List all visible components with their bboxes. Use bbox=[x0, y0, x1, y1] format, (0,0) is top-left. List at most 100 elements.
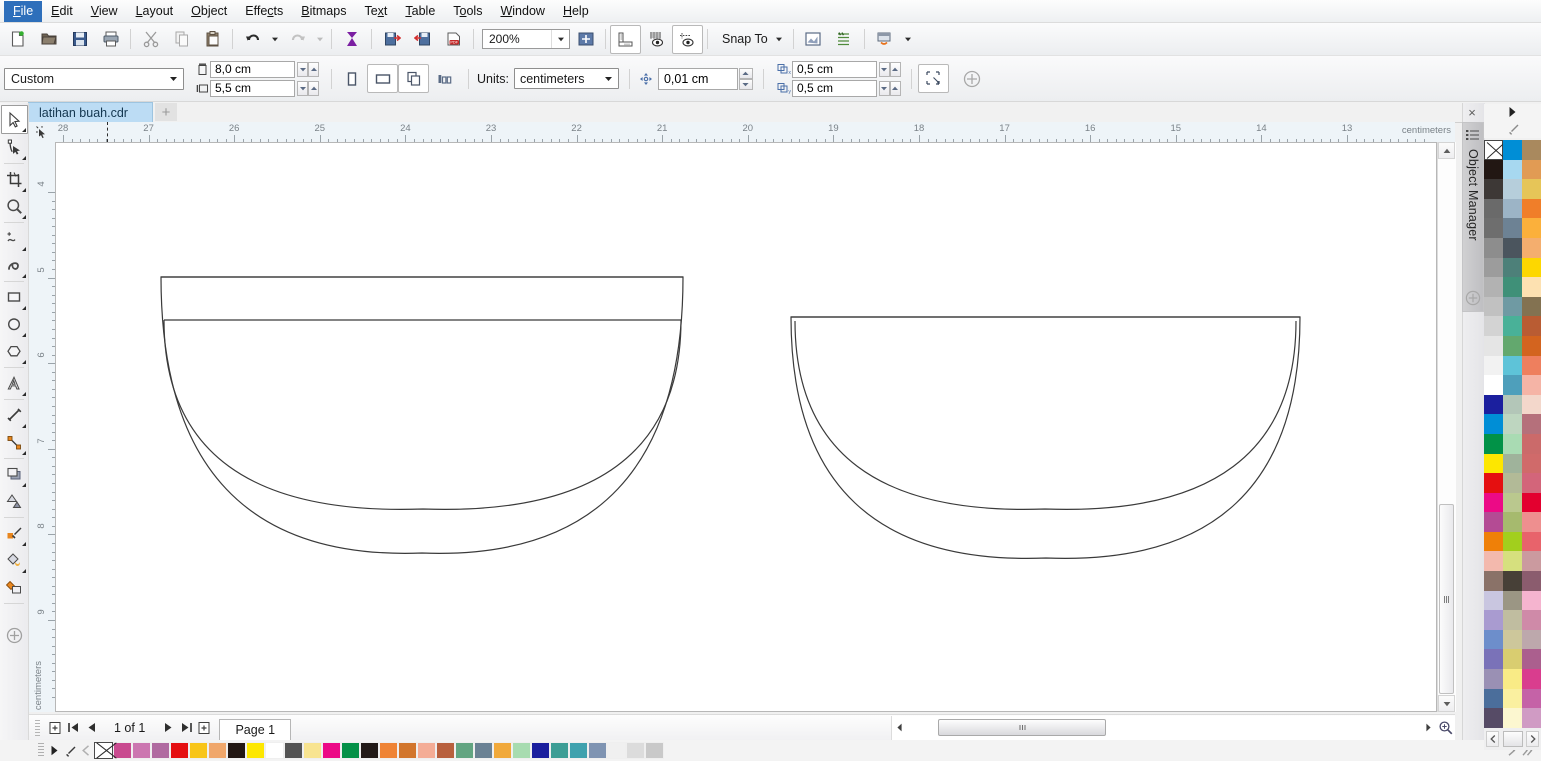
last-page-button[interactable] bbox=[177, 718, 195, 738]
page-width-spinner[interactable] bbox=[297, 61, 319, 77]
color-swatch[interactable] bbox=[1522, 237, 1541, 258]
flyout-arrow-icon[interactable] bbox=[21, 542, 26, 546]
menu-effects[interactable]: Effects bbox=[236, 1, 292, 22]
color-swatch[interactable] bbox=[1484, 257, 1503, 278]
menu-help[interactable]: Help bbox=[554, 1, 598, 22]
chevron-down-icon[interactable] bbox=[775, 32, 783, 46]
color-swatch[interactable] bbox=[474, 742, 493, 759]
color-swatch[interactable] bbox=[1484, 512, 1503, 532]
color-swatch[interactable] bbox=[1484, 218, 1503, 238]
color-swatch[interactable] bbox=[417, 742, 436, 759]
color-swatch[interactable] bbox=[1503, 512, 1522, 532]
docker-add-icon[interactable] bbox=[1463, 288, 1483, 308]
flyout-arrow-icon[interactable] bbox=[21, 392, 26, 396]
redo-icon[interactable] bbox=[282, 25, 313, 54]
spinner-down-icon[interactable] bbox=[738, 78, 753, 90]
color-swatch[interactable] bbox=[1522, 492, 1541, 513]
snap-to-button[interactable]: Snap To bbox=[716, 28, 789, 50]
color-swatch[interactable] bbox=[1522, 531, 1541, 552]
color-swatch[interactable] bbox=[227, 742, 246, 759]
color-swatch[interactable] bbox=[1503, 159, 1522, 180]
color-swatch[interactable] bbox=[531, 742, 550, 759]
color-swatch[interactable] bbox=[1522, 355, 1541, 376]
color-swatch[interactable] bbox=[1522, 414, 1541, 434]
color-swatch[interactable] bbox=[322, 742, 341, 759]
color-swatch[interactable] bbox=[1503, 355, 1522, 376]
color-swatch[interactable] bbox=[1503, 414, 1522, 434]
tool-text-tool[interactable] bbox=[2, 370, 27, 397]
chevron-down-icon[interactable] bbox=[599, 74, 618, 83]
flyout-arrow-icon[interactable] bbox=[21, 247, 26, 251]
cut-icon[interactable] bbox=[135, 25, 166, 54]
tool-smart-fill-tool[interactable] bbox=[2, 574, 27, 601]
color-swatch[interactable] bbox=[1503, 688, 1522, 709]
menu-window[interactable]: Window bbox=[491, 1, 553, 22]
portrait-orientation-button[interactable] bbox=[336, 64, 367, 93]
color-swatch[interactable] bbox=[1522, 453, 1541, 474]
color-swatch[interactable] bbox=[265, 742, 284, 759]
color-swatch[interactable] bbox=[398, 742, 417, 759]
flyout-arrow-icon[interactable] bbox=[21, 156, 26, 160]
color-swatch[interactable] bbox=[341, 742, 360, 759]
export-icon[interactable] bbox=[407, 25, 438, 54]
menu-view[interactable]: View bbox=[82, 1, 127, 22]
color-swatch[interactable] bbox=[1522, 571, 1541, 591]
color-swatch[interactable] bbox=[1503, 610, 1522, 630]
add-page-after-icon[interactable] bbox=[195, 718, 213, 738]
scroll-right-button[interactable] bbox=[1421, 719, 1435, 736]
color-swatch[interactable] bbox=[170, 742, 189, 759]
undo-dropdown-icon[interactable] bbox=[268, 25, 282, 54]
show-rulers-icon[interactable] bbox=[610, 24, 641, 54]
menu-text[interactable]: Text bbox=[355, 1, 396, 22]
flyout-arrow-icon[interactable] bbox=[21, 424, 26, 428]
color-swatch[interactable] bbox=[1484, 159, 1503, 180]
color-swatch[interactable] bbox=[588, 742, 607, 759]
tool-crop-tool[interactable] bbox=[2, 166, 27, 193]
color-swatch[interactable] bbox=[1503, 394, 1522, 415]
palette-scroll-left-icon[interactable] bbox=[78, 742, 94, 759]
tool-quick-customize[interactable] bbox=[2, 622, 27, 649]
flyout-arrow-icon[interactable] bbox=[21, 483, 26, 487]
color-swatch[interactable] bbox=[1503, 531, 1522, 552]
current-page-button[interactable] bbox=[429, 64, 460, 93]
tool-pick-tool[interactable] bbox=[0, 105, 28, 134]
color-swatch[interactable] bbox=[1484, 414, 1503, 434]
flyout-arrow-icon[interactable] bbox=[21, 333, 26, 337]
tool-rectangle-tool[interactable] bbox=[2, 284, 27, 311]
page-height-spinner[interactable] bbox=[297, 80, 319, 96]
color-swatch[interactable] bbox=[1484, 335, 1503, 356]
color-swatch[interactable] bbox=[1522, 688, 1541, 709]
zoom-level-combo[interactable]: 200% bbox=[482, 29, 570, 49]
menu-layout[interactable]: Layout bbox=[127, 1, 183, 22]
paste-icon[interactable] bbox=[197, 25, 228, 54]
color-swatch[interactable] bbox=[1522, 649, 1541, 670]
tool-color-eyedropper-tool[interactable] bbox=[2, 520, 27, 547]
right-palette-eyedropper-icon[interactable] bbox=[1506, 122, 1520, 139]
palette-expand-icon[interactable] bbox=[46, 742, 62, 759]
duplicate-y-spinner[interactable] bbox=[878, 80, 901, 96]
right-palette-scroll-left[interactable] bbox=[1486, 731, 1499, 747]
pagebar-grip[interactable] bbox=[35, 719, 40, 736]
color-swatch[interactable] bbox=[1522, 159, 1541, 180]
color-swatch[interactable] bbox=[1503, 590, 1522, 611]
color-swatch[interactable] bbox=[1503, 179, 1522, 199]
color-swatch[interactable] bbox=[1484, 453, 1503, 474]
page-preset-combo[interactable]: Custom bbox=[4, 67, 184, 90]
spinner-up-icon[interactable] bbox=[889, 80, 901, 96]
color-swatch[interactable] bbox=[1503, 708, 1522, 728]
color-swatch[interactable] bbox=[1522, 590, 1541, 611]
tool-polygon-tool[interactable] bbox=[2, 338, 27, 365]
spinner-up-icon[interactable] bbox=[308, 80, 319, 96]
menu-object[interactable]: Object bbox=[182, 1, 236, 22]
color-swatch[interactable] bbox=[607, 742, 626, 759]
color-swatch[interactable] bbox=[1503, 218, 1522, 238]
flyout-arrow-icon[interactable] bbox=[21, 569, 26, 573]
color-swatch[interactable] bbox=[360, 742, 379, 759]
application-launcher-icon[interactable] bbox=[869, 25, 900, 54]
tool-parallel-dimension-tool[interactable] bbox=[2, 402, 27, 429]
color-swatch[interactable] bbox=[1484, 394, 1503, 415]
color-swatch[interactable] bbox=[1503, 492, 1522, 513]
color-swatch[interactable] bbox=[493, 742, 512, 759]
previous-page-button[interactable] bbox=[82, 718, 100, 738]
horizontal-scroll-thumb[interactable] bbox=[938, 718, 1107, 736]
